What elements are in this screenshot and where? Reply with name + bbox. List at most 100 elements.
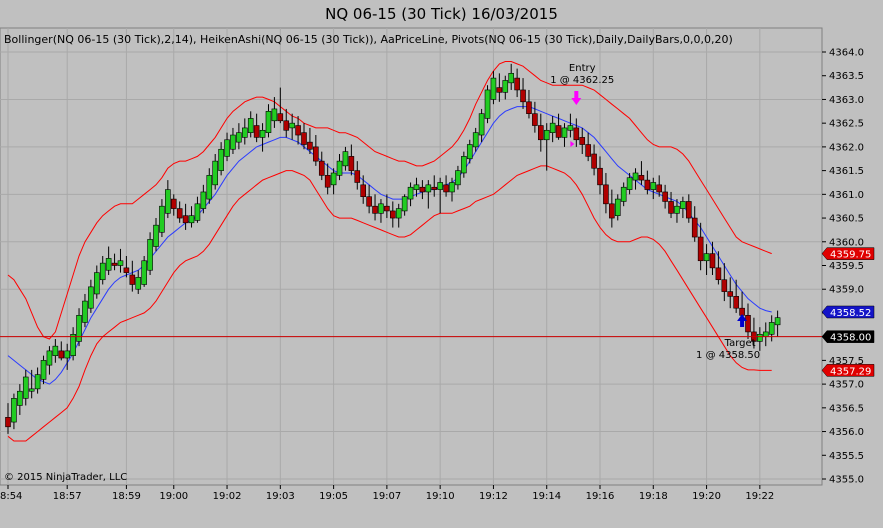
candle-body xyxy=(159,205,165,233)
x-tick-label: 18:59 xyxy=(112,491,141,502)
candle-body xyxy=(632,172,639,181)
x-tick-label: 19:05 xyxy=(319,491,348,502)
candle-body xyxy=(537,125,544,141)
candle-body xyxy=(58,350,65,359)
y-tick-label: 4362.5 xyxy=(829,119,864,130)
candle-body xyxy=(478,113,485,136)
y-tick-label: 4355.5 xyxy=(829,451,864,462)
x-tick-label: 19:02 xyxy=(213,491,242,502)
candle-body xyxy=(597,167,603,186)
target-detail: 1 @ 4358.50 xyxy=(696,350,760,361)
candle-body xyxy=(224,139,230,157)
candle-body xyxy=(727,291,734,297)
candle-body xyxy=(502,80,509,93)
candle-body xyxy=(22,376,29,399)
candle-body xyxy=(165,189,171,214)
candle-body xyxy=(431,186,438,190)
x-tick-label: 19:12 xyxy=(479,491,508,502)
candle-body xyxy=(147,239,153,271)
candle-body xyxy=(573,127,580,141)
price-flag: 4359.75 xyxy=(821,247,875,261)
candle-up xyxy=(484,85,491,124)
y-tick-label: 4357.0 xyxy=(829,380,864,391)
candle-body xyxy=(514,77,520,91)
candle-body xyxy=(99,262,106,281)
candle-body xyxy=(117,260,124,266)
candle-body xyxy=(674,205,680,214)
candle-body xyxy=(709,253,716,269)
candle-body xyxy=(52,345,59,356)
candle-body xyxy=(680,201,686,209)
candle-body xyxy=(289,122,295,129)
candle-body xyxy=(354,170,361,183)
candle-body xyxy=(466,144,473,160)
candle-body xyxy=(508,73,515,84)
candle-body xyxy=(360,184,367,198)
candle-body xyxy=(265,111,272,133)
candle-body xyxy=(668,201,674,214)
candle-body xyxy=(496,87,503,93)
candle-body xyxy=(94,272,100,295)
x-tick-label: 18:54 xyxy=(0,491,22,502)
candle-body xyxy=(461,156,467,174)
candle-body xyxy=(153,224,159,247)
candle-body xyxy=(182,215,189,224)
candle-body xyxy=(389,210,396,219)
candle-body xyxy=(253,125,260,138)
x-axis: 18:54 18:57 18:59 19:00 19:02 19:03 19:05 19:07… xyxy=(0,485,774,502)
candle-body xyxy=(330,172,337,186)
y-tick-label: 4364.0 xyxy=(829,48,864,59)
x-tick-label: 19:16 xyxy=(586,491,615,502)
candle-body xyxy=(762,331,769,337)
candle-body xyxy=(395,208,402,219)
price-flag-label: 4358.52 xyxy=(830,308,871,319)
candle-body xyxy=(188,215,195,224)
candle-body xyxy=(170,198,177,209)
candle-body xyxy=(407,186,414,200)
candle-body xyxy=(455,170,461,186)
candle-body xyxy=(34,374,41,390)
candle-body xyxy=(11,398,17,423)
candle-body xyxy=(384,205,390,212)
y-axis: 4355.04355.54356.04356.54357.04357.54358… xyxy=(822,48,864,486)
candle-body xyxy=(218,148,224,171)
candle-body xyxy=(277,113,284,122)
candle-up xyxy=(141,256,147,287)
y-tick-label: 4360.0 xyxy=(829,237,864,248)
candle-body xyxy=(614,198,621,216)
price-flag-label: 4358.00 xyxy=(830,333,871,344)
candle-body xyxy=(295,125,301,136)
candle-body xyxy=(733,296,739,309)
chart-canvas[interactable]: Bollinger(NQ 06-15 (30 Tick),2,14), Heik… xyxy=(0,0,883,528)
candle-body xyxy=(17,390,23,406)
candle-body xyxy=(194,203,201,221)
candle-body xyxy=(123,267,130,273)
y-tick-label: 4359.0 xyxy=(829,285,864,296)
candle-body xyxy=(40,360,47,380)
candle-body xyxy=(543,129,550,141)
candle-body xyxy=(555,125,562,138)
candle-body xyxy=(626,177,633,190)
candle-body xyxy=(768,322,775,335)
entry-label: Entry xyxy=(569,63,596,74)
candle-body xyxy=(342,151,349,167)
candle-body xyxy=(378,203,384,214)
x-tick-label: 19:20 xyxy=(692,491,721,502)
candle-body xyxy=(449,182,455,193)
candle-body xyxy=(82,300,88,323)
candle-body xyxy=(638,175,645,181)
price-flag-label: 4359.75 xyxy=(830,250,871,261)
candle-body xyxy=(348,156,355,171)
candle-body xyxy=(372,205,378,214)
indicator-label: Bollinger(NQ 06-15 (30 Tick),2,14), Heik… xyxy=(4,33,733,46)
candle-body xyxy=(212,160,218,186)
candle-body xyxy=(206,175,213,200)
candle-body xyxy=(129,274,136,285)
candle-body xyxy=(425,184,432,193)
candle-body xyxy=(721,279,728,292)
price-flag-label: 4357.29 xyxy=(830,366,871,377)
candle-body xyxy=(757,333,763,342)
x-tick-label: 18:57 xyxy=(53,491,82,502)
candle-body xyxy=(567,125,574,131)
candle-body xyxy=(437,182,443,190)
